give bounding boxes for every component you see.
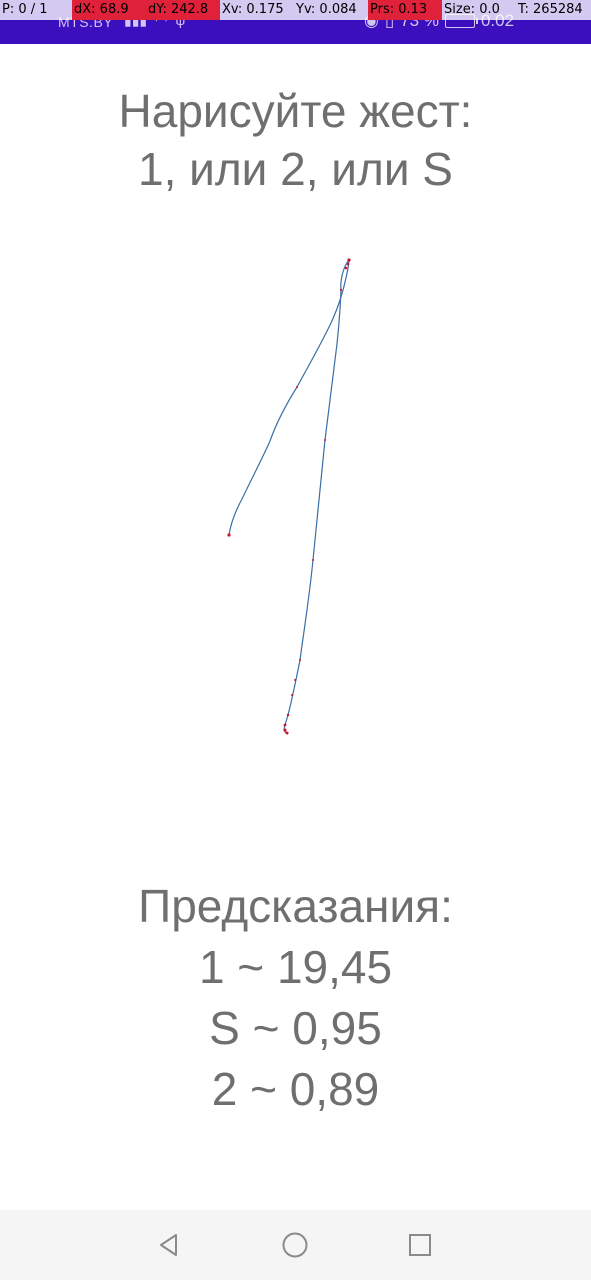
home-button[interactable] (280, 1230, 310, 1260)
predictions-panel: Предсказания: 1 ~ 19,45 S ~ 0,95 2 ~ 0,8… (0, 876, 591, 1120)
pressure: Prs: 0.13 (368, 0, 442, 20)
predictions-title: Предсказания: (138, 880, 453, 932)
velocity-x: Xv: 0.175 (220, 0, 294, 20)
back-icon (160, 1234, 177, 1256)
prompt-line-2: 1, или 2, или S (138, 143, 453, 195)
prediction-item: 1 ~ 19,45 (198, 941, 393, 993)
gesture-drawing-canvas[interactable] (0, 210, 591, 810)
gesture-prompt: Нарисуйте жест: 1, или 2, или S (0, 82, 591, 198)
touch-size: Size: 0.0 (442, 0, 516, 20)
delta-x: dX: 68.9 (72, 0, 146, 20)
prediction-item: S ~ 0,95 (209, 1002, 382, 1054)
back-button[interactable] (154, 1230, 184, 1260)
prompt-line-1: Нарисуйте жест: (118, 85, 473, 137)
gesture-stroke (228, 258, 350, 734)
recent-apps-icon (409, 1234, 431, 1256)
stroke-sample-points (227, 258, 351, 735)
pointer-count: P: 0 / 1 (0, 0, 72, 20)
velocity-y: Yv: 0.084 (294, 0, 368, 20)
prediction-item: 2 ~ 0,89 (211, 1063, 380, 1115)
home-icon (282, 1232, 308, 1258)
delta-y: dY: 242.8 (146, 0, 220, 20)
pointer-location-overlay: P: 0 / 1 dX: 68.9 dY: 242.8 Xv: 0.175 Yv… (0, 0, 591, 20)
app-screen: MTS.BY ▮▮▮ ◠ ψ ◉ ▯ 73 % 0.02 P: 0 / 1 dX… (0, 0, 591, 1280)
recent-apps-button[interactable] (405, 1230, 435, 1260)
system-nav-bar (0, 1210, 591, 1280)
touch-time: T: 265284 (516, 0, 591, 20)
